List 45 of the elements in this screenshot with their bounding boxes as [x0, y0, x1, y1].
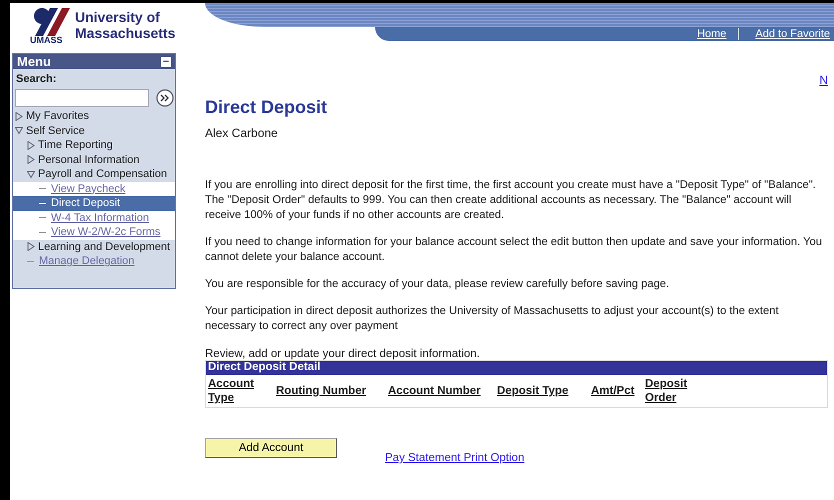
logo-mark: UMASS — [30, 36, 63, 45]
employee-name: Alex Carbone — [205, 126, 279, 140]
collapse-button[interactable]: − — [161, 56, 171, 66]
column-header[interactable]: Deposit Order — [645, 377, 715, 405]
table-intro: Review, add or update your direct deposit information. — [205, 348, 481, 360]
print-option-link[interactable]: Pay Statement Print Option — [385, 452, 524, 464]
bullet-dash-icon — [27, 260, 34, 262]
instruction-text: Your participation in direct deposit authorizes the University of Massachusetts to adjust your account(s) to the extent necessary to correct any over payment — [205, 304, 780, 334]
instruction-text: You are responsible for the accuracy of your data, please review carefully before saving page. — [205, 277, 670, 292]
menu-item[interactable]: Self Service — [26, 124, 85, 138]
bullet-dash-icon — [39, 217, 46, 218]
column-header[interactable]: Routing Number — [276, 384, 388, 398]
page-title: Direct Deposit — [205, 97, 328, 118]
menu-item[interactable]: Learning and Development — [38, 240, 170, 254]
expander-icon[interactable] — [27, 155, 35, 164]
column-header[interactable]: Account Number — [388, 384, 497, 398]
instruction-text: If you are enrolling into direct deposit for the first time, the first account you create must have a "Deposit Type" of "Balance". The "Deposit Order" defaults to 999. You can then create additional accounts as necessary. The "Balance" account will receive 100% of your funds if no other accounts are created. — [205, 178, 817, 223]
instruction-text: If you need to change information for your balance account select the edit button then update and save your information. You cannot delete your balance account. — [205, 235, 823, 265]
expander-icon[interactable] — [15, 112, 23, 121]
add-account-button[interactable]: Add Account — [205, 438, 337, 458]
menu-title: Menu — [17, 54, 51, 69]
bullet-dash-icon — [39, 202, 46, 204]
logo-text: University of — [75, 9, 161, 25]
bullet-dash-icon — [39, 188, 46, 190]
header-link[interactable]: Home — [681, 28, 730, 40]
link[interactable]: N — [819, 73, 828, 87]
logo-text: Massachusetts — [75, 25, 176, 41]
search-label: Search: — [15, 72, 58, 87]
search-field[interactable] — [15, 89, 149, 107]
column-header[interactable]: Account Type — [208, 377, 276, 405]
header-link[interactable]: Add to Favorite — [738, 28, 834, 40]
menu-item[interactable]: Time Reporting — [38, 138, 113, 152]
menu-item[interactable]: My Favorites — [26, 109, 89, 124]
expander-icon[interactable] — [27, 170, 35, 179]
expander-icon[interactable] — [27, 140, 35, 150]
column-header[interactable]: Amt/Pct — [591, 384, 645, 398]
menu-item[interactable]: Payroll and Compensation — [38, 167, 168, 182]
table-title: Direct Deposit Detail — [208, 361, 320, 373]
bullet-dash-icon — [39, 232, 46, 233]
expander-icon[interactable] — [27, 242, 35, 252]
menu-item[interactable]: Manage Delegation — [39, 254, 134, 268]
go-icon[interactable] — [156, 89, 174, 107]
menu-item[interactable]: Personal Information — [38, 152, 140, 167]
column-header[interactable]: Deposit Type — [497, 384, 591, 398]
expander-icon[interactable] — [15, 126, 23, 136]
